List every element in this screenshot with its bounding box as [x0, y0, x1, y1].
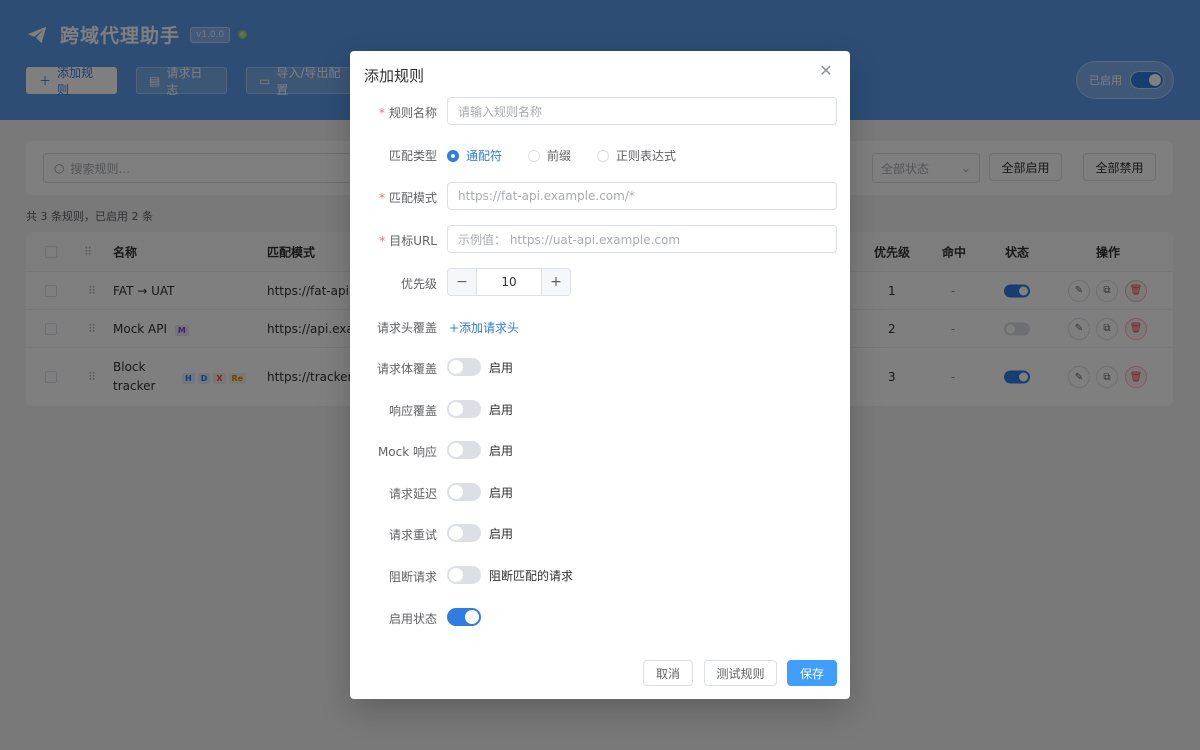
- response-override-label: 响应覆盖: [388, 404, 437, 418]
- radio-prefix[interactable]: 前缀: [528, 147, 571, 164]
- radio-wildcard[interactable]: 通配符: [447, 147, 502, 164]
- increment-button[interactable]: +: [542, 269, 570, 295]
- request-body-switch[interactable]: [447, 358, 481, 376]
- cancel-button[interactable]: 取消: [643, 660, 693, 686]
- add-rule-dialog: 添加规则 ✕ * 规则名称 请输入规则名称 匹配类型 通配符 前缀 正则表达式 *…: [350, 51, 850, 699]
- block-request-label: 阻断请求: [388, 570, 437, 584]
- radio-regex[interactable]: 正则表达式: [597, 147, 676, 164]
- block-request-switch-row: 阻断匹配的请求: [447, 566, 573, 584]
- response-override-switch-row: 启用: [447, 400, 513, 418]
- request-body-label: 请求体覆盖: [376, 362, 437, 376]
- request-delay-switch[interactable]: [447, 483, 481, 501]
- request-retry-switch-row: 启用: [447, 524, 513, 542]
- add-request-header-link[interactable]: +添加请求头: [449, 319, 519, 336]
- request-retry-label: 请求重试: [388, 528, 437, 542]
- dialog-title: 添加规则: [364, 67, 425, 85]
- priority-stepper: − 10 +: [447, 268, 571, 296]
- response-override-switch[interactable]: [447, 400, 481, 418]
- request-headers-label: 请求头覆盖: [376, 321, 437, 335]
- mock-response-label: Mock 响应: [377, 445, 437, 459]
- request-delay-label: 请求延迟: [388, 487, 437, 501]
- rule-name-input[interactable]: 请输入规则名称: [447, 97, 837, 125]
- test-rule-button[interactable]: 测试规则: [704, 660, 777, 686]
- decrement-button[interactable]: −: [448, 269, 476, 295]
- save-button[interactable]: 保存: [787, 660, 837, 686]
- enabled-status-switch-row: [447, 608, 489, 626]
- enabled-status-label: 启用状态: [388, 612, 437, 626]
- request-body-switch-row: 启用: [447, 358, 513, 376]
- target-url-input[interactable]: 示例值： https://uat-api.example.com: [447, 225, 837, 253]
- request-retry-switch[interactable]: [447, 524, 481, 542]
- block-request-switch[interactable]: [447, 566, 481, 584]
- enabled-status-switch[interactable]: [447, 608, 481, 626]
- match-type-label: 匹配类型: [388, 149, 437, 163]
- priority-value[interactable]: 10: [476, 269, 542, 295]
- pattern-label: * 匹配模式: [378, 191, 437, 205]
- mock-response-switch-row: 启用: [447, 441, 513, 459]
- target-url-label: * 目标URL: [379, 234, 437, 248]
- rule-name-label: * 规则名称: [378, 106, 437, 120]
- pattern-input[interactable]: https://fat-api.example.com/*: [447, 182, 837, 210]
- mock-response-switch[interactable]: [447, 441, 481, 459]
- match-type-radio-group: 通配符 前缀 正则表达式: [447, 147, 702, 164]
- close-icon[interactable]: ✕: [816, 61, 836, 81]
- request-delay-switch-row: 启用: [447, 483, 513, 501]
- priority-label: 优先级: [400, 277, 437, 291]
